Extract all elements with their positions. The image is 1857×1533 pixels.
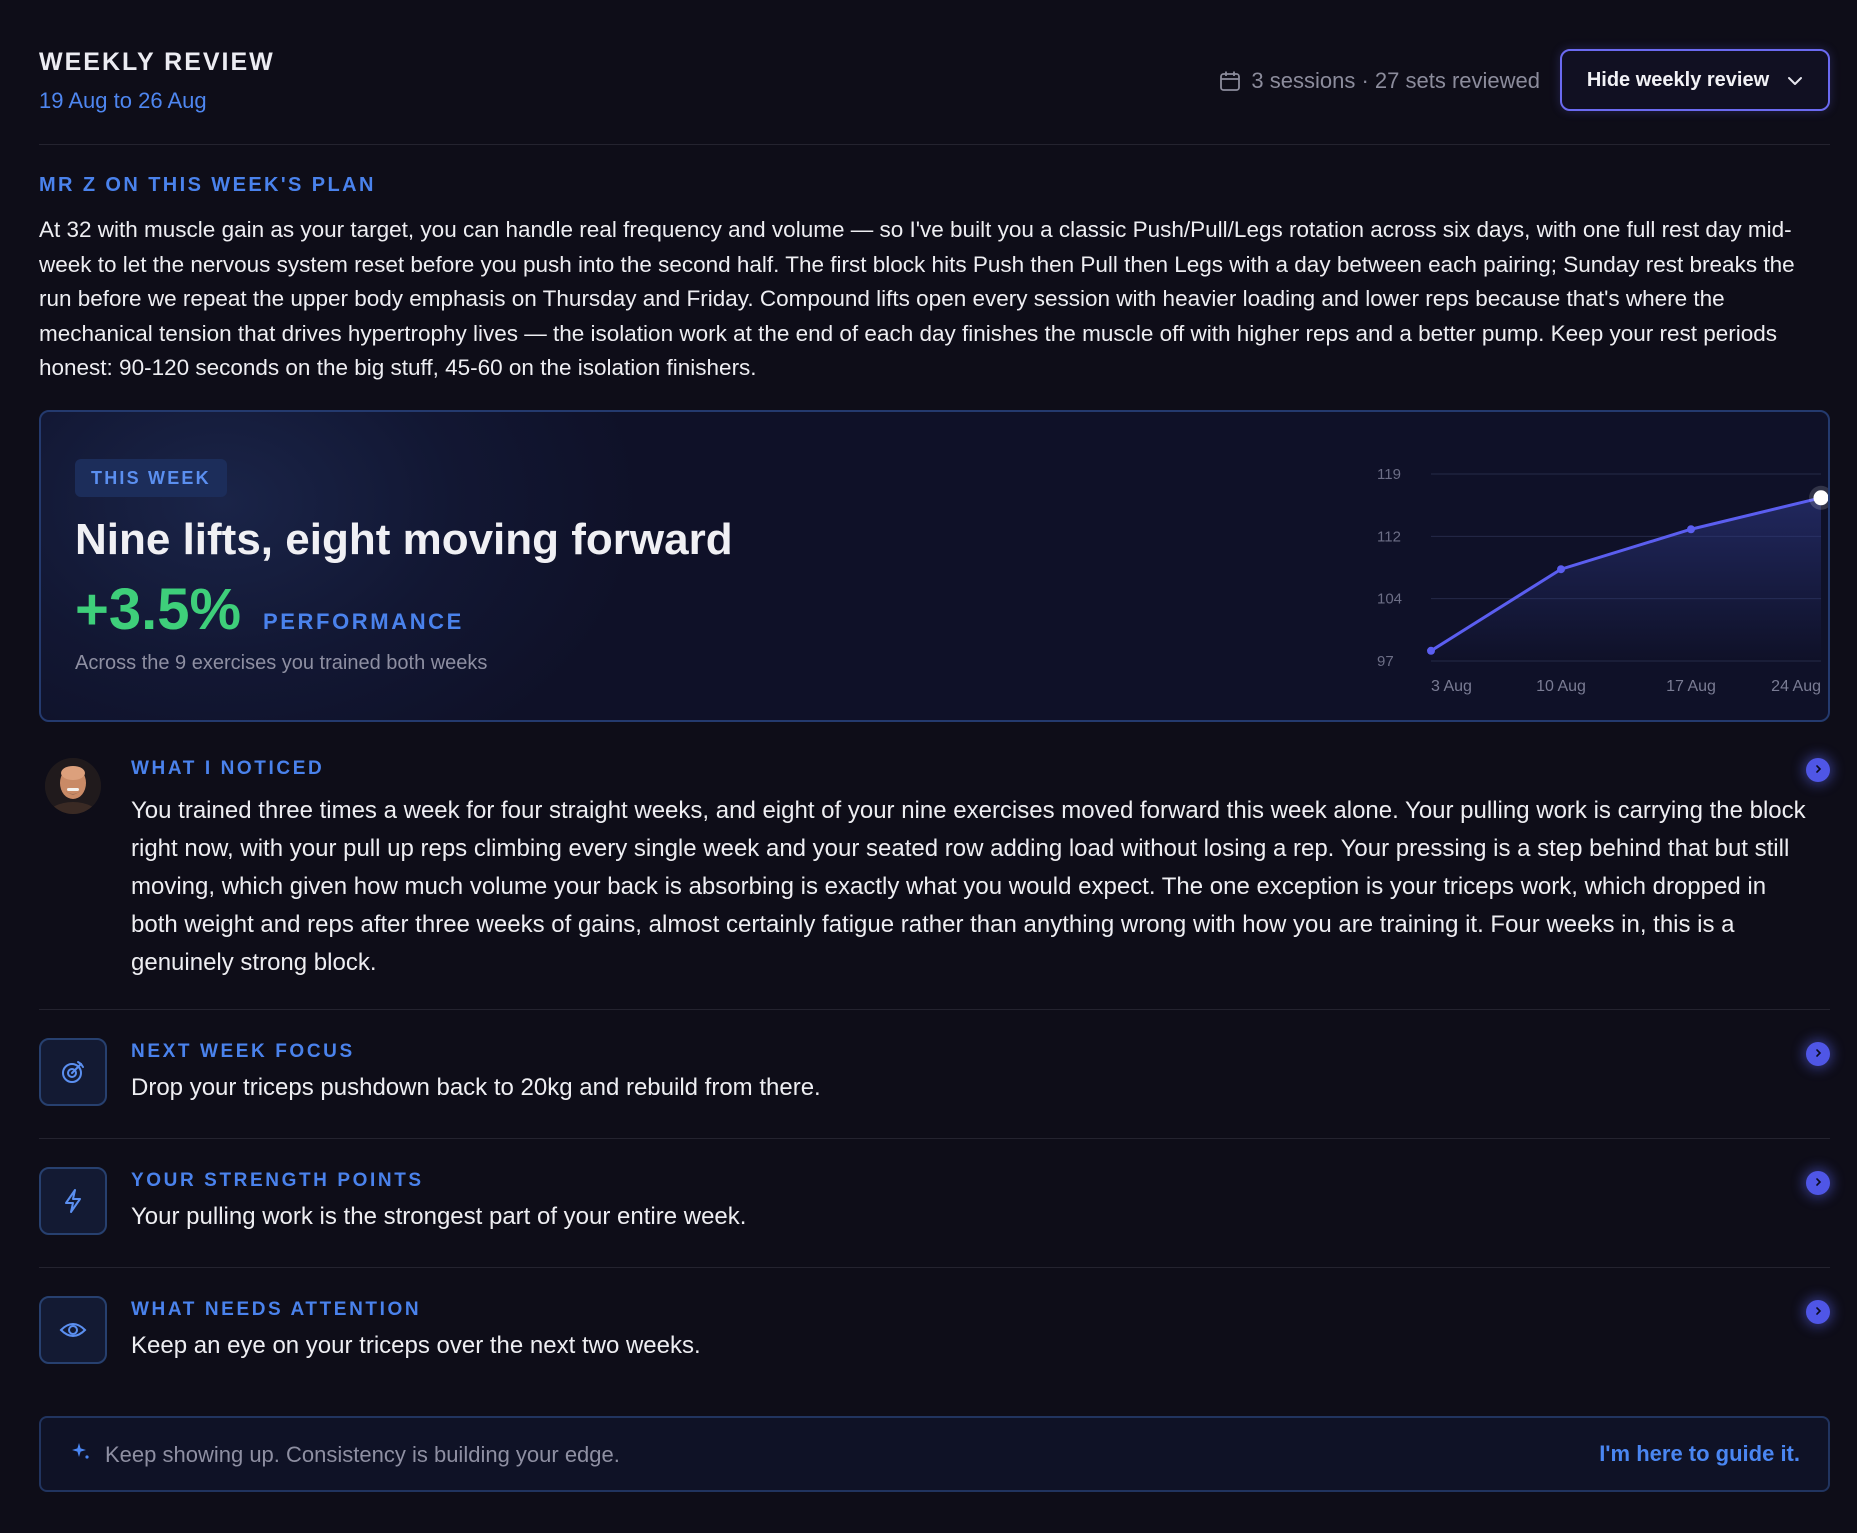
insight-needs-attention: WHAT NEEDS ATTENTION Keep an eye on your… <box>39 1296 1830 1368</box>
divider <box>39 1138 1830 1139</box>
chevron-down-icon <box>1787 69 1803 92</box>
expand-chevron-button[interactable] <box>1806 1042 1830 1066</box>
chevron-right-icon <box>1813 1174 1823 1192</box>
date-range: 19 Aug to 26 Aug <box>39 88 207 113</box>
expand-chevron-button[interactable] <box>1806 1300 1830 1324</box>
review-header: WEEKLY REVIEW 19 Aug to 26 Aug 3 session… <box>39 44 1830 144</box>
calendar-icon <box>1219 70 1241 92</box>
y-tick-label: 104 <box>1377 591 1402 608</box>
x-tick-label: 10 Aug <box>1536 678 1586 695</box>
chart-area <box>1431 497 1821 661</box>
insight-text: Keep an eye on your triceps over the nex… <box>131 1332 701 1359</box>
insight-strength-points: YOUR STRENGTH POINTS Your pulling work i… <box>39 1167 1830 1239</box>
chart-point <box>1813 490 1828 506</box>
chevron-right-icon <box>1813 761 1823 779</box>
chart-point <box>1427 646 1435 655</box>
insight-label: NEXT WEEK FOCUS <box>131 1041 355 1062</box>
chevron-right-icon <box>1813 1303 1823 1321</box>
weekly-review-page: WEEKLY REVIEW 19 Aug to 26 Aug 3 session… <box>39 0 1830 1533</box>
performance-chart: 119 112 104 97 3 Aug 10 Aug 17 Aug 24 Aug <box>1377 466 1828 695</box>
plan-heading: MR Z ON THIS WEEK'S PLAN <box>39 174 376 196</box>
chart-point <box>1687 525 1695 534</box>
expand-chevron-button[interactable] <box>1806 758 1830 782</box>
x-tick-label: 3 Aug <box>1431 678 1472 695</box>
insight-text: You trained three times a week for four … <box>131 797 1806 976</box>
chevron-right-icon <box>1813 1045 1823 1063</box>
hide-weekly-review-label: Hide weekly review <box>1586 68 1770 91</box>
y-tick-label: 119 <box>1377 466 1401 483</box>
expand-chevron-button[interactable] <box>1806 1171 1830 1195</box>
insight-label: YOUR STRENGTH POINTS <box>131 1170 424 1191</box>
y-tick-label: 97 <box>1377 653 1394 670</box>
eye-icon <box>39 1296 107 1364</box>
encouragement-banner: Keep showing up. Consistency is building… <box>39 1416 1830 1492</box>
insight-text: Your pulling work is the strongest part … <box>131 1203 747 1230</box>
insight-label: WHAT NEEDS ATTENTION <box>131 1299 422 1320</box>
sessions-summary: 3 sessions · 27 sets reviewed <box>1219 68 1540 94</box>
bolt-icon <box>39 1167 107 1235</box>
this-week-card: THIS WEEK Nine lifts, eight moving forwa… <box>39 410 1830 722</box>
performance-subtitle: Across the 9 exercises you trained both … <box>75 652 488 674</box>
hide-weekly-review-button[interactable]: Hide weekly review <box>1560 49 1830 111</box>
divider <box>39 1009 1830 1010</box>
performance-percent: +3.5% <box>75 577 242 642</box>
insight-next-week-focus: NEXT WEEK FOCUS Drop your triceps pushdo… <box>39 1038 1830 1110</box>
chart-point <box>1557 565 1565 574</box>
target-icon <box>39 1038 107 1106</box>
divider <box>39 1267 1830 1268</box>
sessions-summary-text: 3 sessions · 27 sets reviewed <box>1251 68 1540 93</box>
insight-text: Drop your triceps pushdown back to 20kg … <box>131 1074 821 1101</box>
week-headline: Nine lifts, eight moving forward <box>75 515 733 564</box>
x-tick-label: 17 Aug <box>1666 678 1716 695</box>
insight-label: WHAT I NOTICED <box>131 758 325 779</box>
guide-link[interactable]: I'm here to guide it. <box>1599 1441 1800 1467</box>
page-title: WEEKLY REVIEW <box>39 48 275 76</box>
plan-description: At 32 with muscle gain as your target, y… <box>39 217 1795 380</box>
coach-avatar <box>45 758 101 814</box>
insight-what-i-noticed: WHAT I NOTICED You trained three times a… <box>39 758 1830 978</box>
this-week-pill: THIS WEEK <box>75 459 227 497</box>
encouragement-text: Keep showing up. Consistency is building… <box>105 1442 620 1467</box>
performance-label: PERFORMANCE <box>263 609 464 634</box>
x-tick-label: 24 Aug <box>1771 678 1821 695</box>
sparkle-icon <box>71 1442 91 1467</box>
y-tick-label: 112 <box>1377 528 1401 545</box>
divider <box>39 144 1830 145</box>
